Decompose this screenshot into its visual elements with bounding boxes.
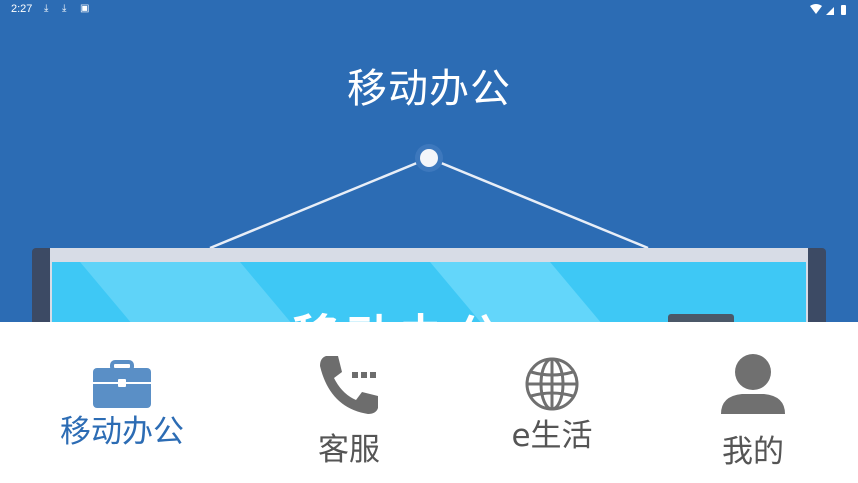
nav-label: 我的 <box>722 434 784 470</box>
nav-label: 移动办公 <box>60 414 184 450</box>
phone-icon <box>320 356 378 414</box>
person-icon <box>721 354 785 414</box>
signboard-text: 移动办公 <box>292 298 508 322</box>
signboard: 移动办公 <box>52 262 806 322</box>
nav-item-profile[interactable]: 我的 <box>646 352 858 471</box>
hero-banner: 2:27 ⤓ ⤓ ▣ 移动办公 移动办公 <box>0 0 858 322</box>
bottom-nav: 移动办公 客服 e生活 我的 <box>0 322 858 483</box>
nav-item-customer-service[interactable]: 客服 <box>242 352 456 469</box>
globe-icon <box>525 357 579 411</box>
signboard-screen <box>668 314 734 322</box>
nav-label: e生活 <box>511 418 593 454</box>
pin <box>420 149 438 167</box>
nav-item-e-life[interactable]: e生活 <box>445 356 659 455</box>
briefcase-icon <box>93 360 151 408</box>
nav-label: 客服 <box>318 432 380 468</box>
nav-item-mobile-office[interactable]: 移动办公 <box>15 360 229 451</box>
